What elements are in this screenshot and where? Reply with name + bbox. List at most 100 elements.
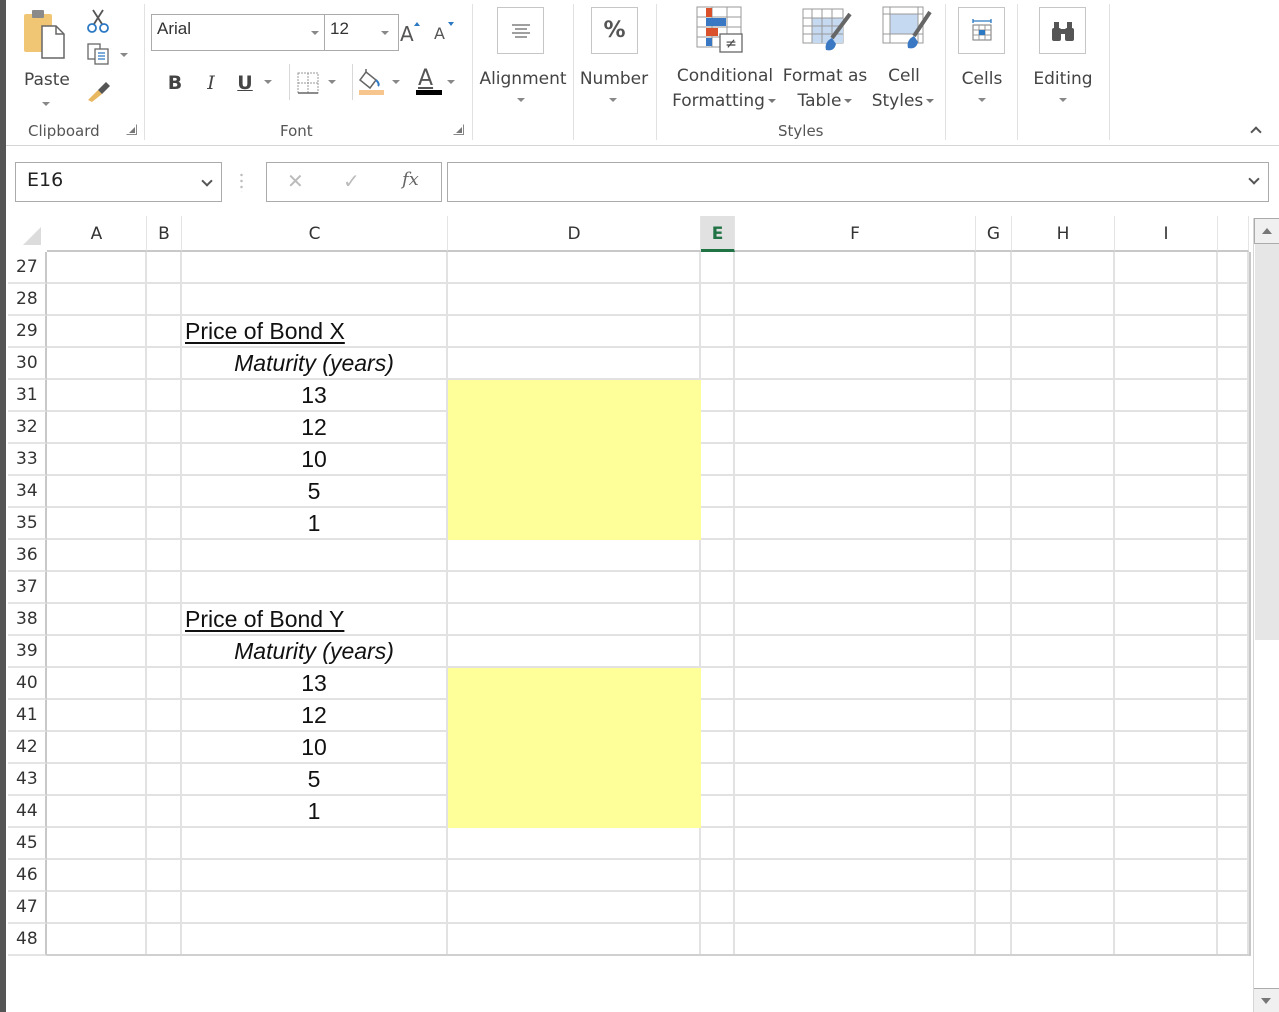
cell[interactable]: [1218, 764, 1249, 796]
row-header[interactable]: 40: [8, 668, 47, 700]
column-header-partial[interactable]: [1218, 216, 1249, 252]
cell[interactable]: [448, 636, 701, 668]
cell[interactable]: [735, 892, 976, 924]
cell[interactable]: [701, 732, 735, 764]
row-header[interactable]: 31: [8, 380, 47, 412]
cell[interactable]: [47, 892, 147, 924]
cell[interactable]: [1012, 668, 1115, 700]
cell[interactable]: [47, 700, 147, 732]
cell[interactable]: [182, 892, 448, 924]
cell[interactable]: [47, 828, 147, 860]
cell[interactable]: [47, 444, 147, 476]
cell[interactable]: [1115, 668, 1218, 700]
cell[interactable]: [701, 668, 735, 700]
cell[interactable]: [1218, 476, 1249, 508]
cell[interactable]: [1115, 860, 1218, 892]
price-input-cell[interactable]: [448, 732, 701, 764]
cell[interactable]: [976, 348, 1012, 380]
cell[interactable]: [1218, 380, 1249, 412]
paste-button[interactable]: Paste: [18, 6, 74, 106]
grow-font-button[interactable]: A: [400, 22, 424, 48]
cell[interactable]: [448, 348, 701, 380]
vertical-scrollbar[interactable]: [1253, 218, 1279, 1012]
cell[interactable]: [976, 924, 1012, 956]
cell[interactable]: [182, 540, 448, 572]
column-header-d[interactable]: D: [448, 216, 701, 252]
cell[interactable]: [1115, 892, 1218, 924]
cell[interactable]: [1115, 316, 1218, 348]
maturity-header[interactable]: Maturity (years): [182, 348, 448, 380]
cell[interactable]: [976, 540, 1012, 572]
cell[interactable]: [701, 444, 735, 476]
select-all-button[interactable]: [8, 216, 47, 252]
cell[interactable]: [701, 412, 735, 444]
name-box[interactable]: E16: [15, 162, 222, 202]
cell[interactable]: [735, 860, 976, 892]
cell[interactable]: [147, 636, 182, 668]
cell[interactable]: [1012, 508, 1115, 540]
cell[interactable]: [47, 572, 147, 604]
cell[interactable]: [448, 572, 701, 604]
cell[interactable]: [735, 668, 976, 700]
cell[interactable]: [701, 860, 735, 892]
cell[interactable]: [47, 860, 147, 892]
cell[interactable]: [1012, 924, 1115, 956]
cell[interactable]: [976, 764, 1012, 796]
cell[interactable]: [701, 604, 735, 636]
row-header[interactable]: 34: [8, 476, 47, 508]
cell[interactable]: [47, 636, 147, 668]
cell[interactable]: [1115, 476, 1218, 508]
row-header[interactable]: 29: [8, 316, 47, 348]
cell[interactable]: [147, 668, 182, 700]
cell[interactable]: [182, 284, 448, 316]
font-color-button[interactable]: A: [412, 66, 442, 96]
cell[interactable]: [976, 508, 1012, 540]
cell[interactable]: [147, 316, 182, 348]
cell[interactable]: [735, 508, 976, 540]
cell[interactable]: [976, 668, 1012, 700]
cell[interactable]: [1012, 604, 1115, 636]
row-header[interactable]: 33: [8, 444, 47, 476]
price-input-cell[interactable]: [448, 444, 701, 476]
cell[interactable]: [1115, 252, 1218, 284]
cell[interactable]: [1012, 828, 1115, 860]
cell[interactable]: [701, 316, 735, 348]
font-size-select[interactable]: 12: [324, 14, 399, 51]
formula-input[interactable]: [447, 162, 1269, 202]
cell[interactable]: [1012, 444, 1115, 476]
cell[interactable]: [147, 732, 182, 764]
scroll-up-button[interactable]: [1254, 218, 1279, 244]
maturity-value[interactable]: 13: [182, 668, 448, 700]
maturity-value[interactable]: 12: [182, 412, 448, 444]
cell[interactable]: [147, 476, 182, 508]
price-input-cell[interactable]: [448, 764, 701, 796]
cell[interactable]: [701, 924, 735, 956]
fill-color-icon[interactable]: [358, 68, 386, 96]
cell[interactable]: [1115, 700, 1218, 732]
cell[interactable]: [1012, 700, 1115, 732]
format-painter-icon[interactable]: [86, 80, 112, 104]
cell[interactable]: [1012, 764, 1115, 796]
cell[interactable]: [448, 316, 701, 348]
cell[interactable]: [147, 412, 182, 444]
cell[interactable]: [1012, 796, 1115, 828]
cell[interactable]: [701, 796, 735, 828]
borders-dropdown-caret[interactable]: [328, 80, 336, 84]
cell[interactable]: [735, 284, 976, 316]
fill-color-dropdown-caret[interactable]: [392, 80, 400, 84]
row-header[interactable]: 38: [8, 604, 47, 636]
cell[interactable]: [976, 796, 1012, 828]
cell[interactable]: [182, 924, 448, 956]
cell[interactable]: [1115, 348, 1218, 380]
cell[interactable]: [701, 636, 735, 668]
cell[interactable]: [47, 252, 147, 284]
cell[interactable]: [1218, 444, 1249, 476]
maturity-value[interactable]: 5: [182, 476, 448, 508]
row-header[interactable]: 48: [8, 924, 47, 956]
cell[interactable]: [1218, 860, 1249, 892]
cell[interactable]: [1115, 508, 1218, 540]
cell[interactable]: [182, 572, 448, 604]
row-header[interactable]: 27: [8, 252, 47, 284]
cell[interactable]: [976, 380, 1012, 412]
cell[interactable]: [47, 476, 147, 508]
